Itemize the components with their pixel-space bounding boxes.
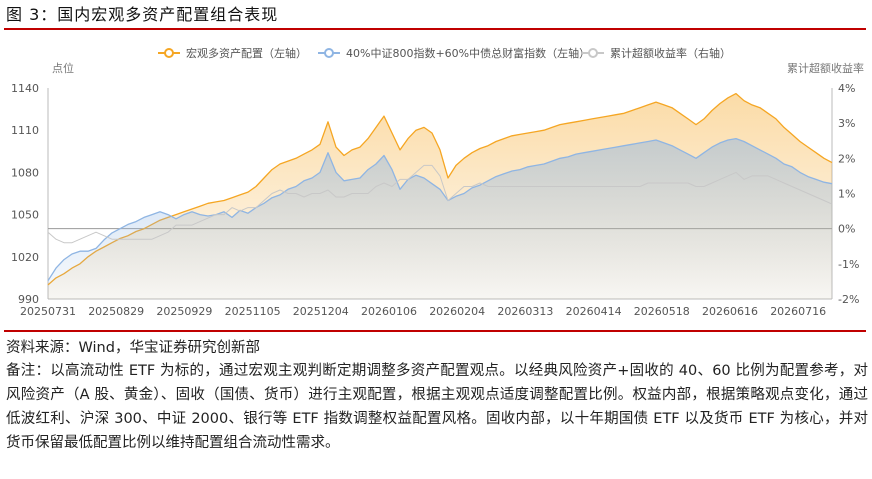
- right-tick-label: 3%: [838, 117, 855, 130]
- x-tick-label: 20251105: [225, 305, 281, 318]
- left-tick-label: 1110: [11, 124, 39, 137]
- plot-area: [47, 88, 833, 300]
- x-tick-label: 20260716: [770, 305, 826, 318]
- left-tick-label: 1050: [11, 209, 39, 222]
- x-tick-label: 20260204: [429, 305, 485, 318]
- left-tick-label: 1020: [11, 251, 39, 264]
- legend-label-excess: 累计超额收益率（右轴）: [610, 46, 731, 60]
- x-tick-label: 20260414: [566, 305, 622, 318]
- left-tick-label: 1140: [11, 82, 39, 95]
- right-axis-label: 累计超额收益率: [787, 61, 864, 75]
- x-axis-ticks: 20250731 20250829 20250929 20251105 20251204…: [20, 305, 826, 318]
- right-tick-label: -1%: [838, 258, 859, 271]
- right-tick-label: -2%: [838, 293, 859, 306]
- right-tick-label: 0%: [838, 223, 855, 236]
- x-tick-label: 20250731: [20, 305, 76, 318]
- left-tick-label: 1080: [11, 166, 39, 179]
- x-tick-label: 20260313: [497, 305, 553, 318]
- top-rule: [4, 28, 866, 30]
- legend-label-macro: 宏观多资产配置（左轴）: [186, 46, 307, 60]
- figure-title: 图 3：国内宏观多资产配置组合表现: [6, 5, 279, 24]
- legend-item-macro[interactable]: 宏观多资产配置（左轴）: [158, 46, 307, 60]
- chart: 宏观多资产配置（左轴） 40%中证800指数+60%中债总财富指数（左轴） 累计…: [11, 46, 864, 318]
- x-tick-label: 20250929: [156, 305, 212, 318]
- legend-item-excess[interactable]: 累计超额收益率（右轴）: [582, 46, 731, 60]
- right-tick-label: 1%: [838, 188, 855, 201]
- left-axis-label: 点位: [52, 61, 74, 75]
- x-tick-label: 20250829: [88, 305, 144, 318]
- note-paragraph: 备注：以高流动性 ETF 为标的，通过宏观主观判断定期调整多资产配置观点。以经典…: [6, 363, 868, 451]
- bottom-rule: [4, 330, 866, 332]
- right-tick-label: 2%: [838, 152, 855, 165]
- legend: 宏观多资产配置（左轴） 40%中证800指数+60%中债总财富指数（左轴） 累计…: [158, 46, 731, 60]
- source-line: 资料来源：Wind，华宝证券研究创新部: [6, 340, 260, 356]
- right-tick-label: 4%: [838, 82, 855, 95]
- legend-label-benchmark: 40%中证800指数+60%中债总财富指数（左轴）: [346, 46, 590, 60]
- legend-item-benchmark[interactable]: 40%中证800指数+60%中债总财富指数（左轴）: [318, 46, 590, 60]
- left-axis-ticks: 99010201050108011101140: [11, 82, 39, 306]
- x-tick-label: 20251204: [293, 305, 349, 318]
- x-tick-label: 20260106: [361, 305, 417, 318]
- x-tick-label: 20260518: [634, 305, 690, 318]
- right-axis-ticks: -2% -1% 0% 1% 2% 3% 4%: [838, 82, 859, 306]
- x-tick-label: 20260616: [702, 305, 758, 318]
